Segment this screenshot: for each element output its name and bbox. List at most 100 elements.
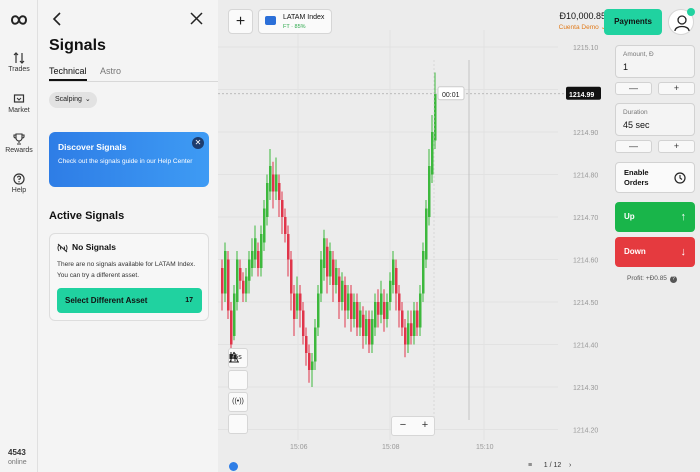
account-type[interactable]: Cuenta Demo ⌄ [536, 23, 606, 31]
chart-area[interactable]: 1215.101215.001214.901214.801214.701214.… [218, 0, 610, 472]
candle-body [395, 268, 398, 294]
candle-body [416, 310, 419, 328]
candle-body [407, 323, 410, 345]
chart-pager[interactable]: ≡ 1 / 12 › [528, 462, 571, 469]
online-counter: 4543 online [8, 448, 27, 466]
candle-body [233, 293, 236, 336]
current-price-text: 1214.99 [569, 92, 594, 99]
candles-icon[interactable] [228, 352, 248, 390]
back-arrow-icon[interactable] [52, 12, 62, 26]
candle-body [290, 259, 293, 294]
candle-body [257, 251, 260, 268]
candle-body [419, 293, 422, 328]
zoom-out-button[interactable]: − [392, 419, 414, 431]
balance-display[interactable]: Đ10,000.85 Cuenta Demo ⌄ [536, 11, 606, 31]
online-count: 4543 [8, 448, 26, 457]
candle-body [239, 268, 242, 281]
candle-body [302, 310, 305, 336]
rail-item-trades[interactable]: Trades [0, 52, 38, 73]
rail-label: Help [11, 187, 27, 194]
candle-body [269, 166, 272, 192]
candle-body [335, 268, 338, 285]
candle-body [392, 259, 395, 285]
price-label: 1214.20 [573, 428, 598, 435]
up-button[interactable]: Up ↑ [615, 202, 695, 232]
amount-increase-button[interactable]: + [658, 82, 695, 95]
down-button[interactable]: Down ↓ [615, 237, 695, 267]
candle-body [320, 259, 323, 294]
candle-body [242, 280, 245, 294]
tab-technical[interactable]: Technical [49, 66, 87, 81]
enable-orders-button[interactable]: Enable Orders [615, 162, 695, 193]
candle-body [221, 268, 224, 294]
asset-count: 17 [185, 297, 193, 304]
candle-body [386, 302, 389, 319]
rail-item-market[interactable]: Market [0, 93, 38, 114]
candle-body [275, 174, 278, 192]
candle-body [401, 310, 404, 328]
no-signals-card: No Signals There are no signals availabl… [49, 233, 209, 321]
candle-body [338, 276, 341, 302]
chevron-down-icon: ⌄ [84, 96, 91, 103]
amount-field[interactable]: Amount, Đ 1 [615, 45, 695, 78]
candle-body [254, 238, 257, 260]
up-label: Up [624, 212, 635, 221]
rail-item-help[interactable]: Help [0, 173, 38, 194]
amount-value: 1 [623, 62, 629, 72]
active-signals-heading: Active Signals [49, 210, 125, 222]
logo-icon[interactable] [10, 14, 28, 26]
candle-body [266, 183, 269, 217]
status-dot-icon[interactable] [229, 462, 238, 471]
candle-body [287, 234, 290, 260]
price-label: 1214.30 [573, 385, 598, 392]
banner-title: Discover Signals [58, 142, 127, 152]
candle-body [278, 183, 281, 200]
close-icon[interactable] [190, 12, 203, 25]
candle-body [281, 200, 284, 217]
left-rail: Trades Market Rewards Help 4543 online [0, 0, 38, 472]
candle-body [347, 293, 350, 311]
filter-label: Scalping [55, 96, 82, 103]
candle-body [428, 166, 431, 217]
duration-increase-button[interactable]: + [658, 140, 695, 153]
discover-signals-banner[interactable]: Discover Signals Check out the signals g… [49, 132, 209, 187]
asset-selector[interactable]: LATAM Index FT · 85% [258, 9, 332, 34]
amount-decrease-button[interactable]: — [615, 82, 652, 95]
profit-value: Profit: +Đ0.85 [627, 275, 667, 282]
no-signals-header: No Signals [57, 242, 116, 253]
select-different-asset-button[interactable]: Select Different Asset 17 [57, 288, 202, 313]
tab-astro[interactable]: Astro [100, 66, 121, 79]
candle-body [362, 314, 365, 336]
candle-body [323, 238, 326, 268]
close-banner-icon[interactable]: ✕ [192, 137, 204, 149]
info-icon[interactable]: ? [669, 276, 677, 283]
rail-label: Trades [8, 66, 30, 73]
price-label: 1214.80 [573, 173, 598, 180]
candle-body [314, 327, 317, 362]
zoom-in-button[interactable]: + [414, 419, 436, 431]
candle-body [434, 93, 437, 141]
price-chart[interactable]: 1215.101215.001214.901214.801214.701214.… [218, 0, 610, 472]
broadcast-icon[interactable]: ((•)) [228, 392, 248, 412]
help-icon [13, 173, 25, 185]
candle-body [368, 319, 371, 345]
candle-body [353, 302, 356, 319]
add-chart-button[interactable]: + [228, 9, 253, 34]
rail-item-rewards[interactable]: Rewards [0, 133, 38, 154]
candle-body [308, 353, 311, 370]
duration-label: Duration [623, 109, 648, 116]
strategy-filter-dropdown[interactable]: Scalping ⌄ [49, 92, 97, 108]
duration-field[interactable]: Duration 45 sec [615, 103, 695, 136]
no-signals-title: No Signals [72, 242, 116, 252]
signals-panel: Signals Technical Astro Scalping ⌄ Discov… [38, 0, 218, 472]
payments-button[interactable]: Payments [604, 9, 662, 35]
drawing-tool-icon[interactable] [228, 351, 248, 434]
candle-body [422, 251, 425, 294]
candle-body [332, 259, 335, 285]
candle-body [263, 208, 266, 243]
candle-body [236, 259, 239, 302]
duration-decrease-button[interactable]: — [615, 140, 652, 153]
candle-body [230, 310, 233, 345]
avatar[interactable] [668, 8, 695, 35]
candle-body [305, 336, 308, 353]
